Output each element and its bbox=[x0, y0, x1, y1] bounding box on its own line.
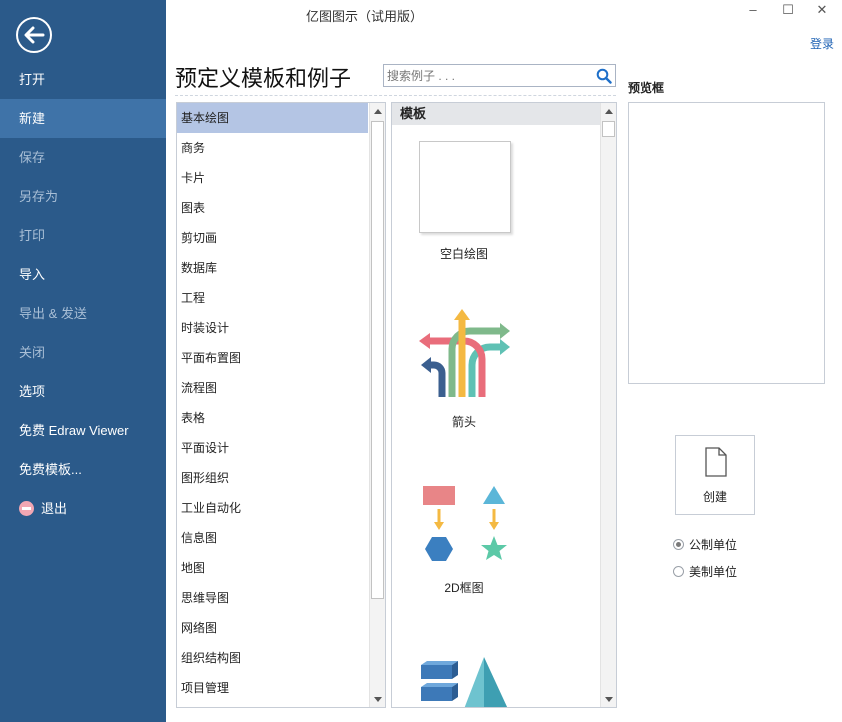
category-item[interactable]: 网络图 bbox=[177, 613, 368, 643]
unit-us-option[interactable]: 美制单位 bbox=[673, 563, 737, 580]
search-input[interactable] bbox=[384, 65, 589, 86]
create-button[interactable]: 创建 bbox=[675, 435, 755, 515]
sidebar-item-free-viewer[interactable]: 免费 Edraw Viewer bbox=[0, 411, 166, 450]
back-button[interactable] bbox=[16, 17, 52, 53]
maximize-button[interactable]: ☐ bbox=[778, 2, 798, 18]
template-scrollbar[interactable] bbox=[600, 103, 616, 707]
category-item[interactable]: 数据库 bbox=[177, 253, 368, 283]
divider bbox=[175, 95, 616, 96]
sidebar-nav: 打开 新建 保存 另存为 打印 导入 导出 & 发送 关闭 选项 免费 Edra… bbox=[0, 60, 166, 528]
sidebar-item-free-templates[interactable]: 免费模板... bbox=[0, 450, 166, 489]
backstage-sidebar: 打开 新建 保存 另存为 打印 导入 导出 & 发送 关闭 选项 免费 Edra… bbox=[0, 0, 166, 722]
document-icon bbox=[705, 447, 727, 477]
category-item[interactable]: 图形组织 bbox=[177, 463, 368, 493]
search-box bbox=[383, 64, 616, 87]
template-label: 2D框图 bbox=[444, 581, 484, 595]
arrow-left-icon bbox=[24, 26, 45, 44]
category-item[interactable]: 信息图 bbox=[177, 523, 368, 553]
category-item[interactable]: 基本绘图 bbox=[177, 103, 368, 133]
category-item[interactable]: 地图 bbox=[177, 553, 368, 583]
template-label: 箭头 bbox=[451, 415, 476, 429]
scroll-thumb[interactable] bbox=[371, 121, 384, 599]
radio-metric[interactable] bbox=[673, 539, 684, 550]
template-blank[interactable]: 空白绘图 bbox=[392, 141, 601, 265]
category-item[interactable]: 思维导图 bbox=[177, 583, 368, 613]
scroll-thumb[interactable] bbox=[602, 121, 615, 137]
sidebar-item-export-send[interactable]: 导出 & 发送 bbox=[0, 294, 166, 333]
category-list: 基本绘图 商务 卡片 图表 剪切画 数据库 工程 时装设计 平面布置图 流程图 … bbox=[176, 102, 386, 708]
category-item[interactable]: 平面布置图 bbox=[177, 343, 368, 373]
sidebar-item-options[interactable]: 选项 bbox=[0, 372, 166, 411]
sidebar-item-new[interactable]: 新建 bbox=[0, 99, 166, 138]
sidebar-item-exit[interactable]: 退出 bbox=[0, 489, 166, 528]
template-label: 空白绘图 bbox=[439, 247, 488, 261]
preview-label: 预览框 bbox=[628, 81, 665, 95]
exit-icon bbox=[19, 501, 34, 517]
create-label: 创建 bbox=[702, 490, 727, 504]
radio-us[interactable] bbox=[673, 566, 684, 577]
scroll-up-button[interactable] bbox=[370, 103, 385, 119]
sidebar-item-close[interactable]: 关闭 bbox=[0, 333, 166, 372]
category-item[interactable]: 图表 bbox=[177, 193, 368, 223]
category-item[interactable]: 商务 bbox=[177, 133, 368, 163]
template-header: 模板 bbox=[392, 103, 601, 125]
template-panel: 模板 空白绘图 箭头 2D框图 bbox=[391, 102, 617, 708]
category-item[interactable]: 工程 bbox=[177, 283, 368, 313]
category-item[interactable]: 组织结构图 bbox=[177, 643, 368, 673]
category-item[interactable]: 流程图 bbox=[177, 373, 368, 403]
sidebar-item-print[interactable]: 打印 bbox=[0, 216, 166, 255]
scroll-up-button[interactable] bbox=[601, 103, 616, 119]
template-2d-block[interactable]: 2D框图 bbox=[392, 483, 601, 599]
category-scrollbar[interactable] bbox=[369, 103, 385, 707]
template-3d-block[interactable] bbox=[392, 657, 601, 707]
unit-metric-option[interactable]: 公制单位 bbox=[673, 536, 737, 553]
sidebar-item-open[interactable]: 打开 bbox=[0, 60, 166, 99]
scroll-down-button[interactable] bbox=[601, 691, 616, 707]
arrows-icon bbox=[419, 309, 510, 397]
window-title: 亿图图示（试用版） bbox=[306, 9, 424, 24]
category-item[interactable]: 平面设计 bbox=[177, 433, 368, 463]
sidebar-item-save-as[interactable]: 另存为 bbox=[0, 177, 166, 216]
page-title: 预定义模板和例子 bbox=[175, 66, 352, 91]
chevron-up-icon bbox=[373, 108, 382, 114]
category-item[interactable]: 时装设计 bbox=[177, 313, 368, 343]
template-arrows[interactable]: 箭头 bbox=[392, 307, 601, 431]
preview-box bbox=[628, 102, 825, 384]
scroll-down-button[interactable] bbox=[370, 691, 385, 707]
block-2d-icon bbox=[423, 486, 507, 561]
close-button[interactable]: ✕ bbox=[812, 2, 832, 18]
category-item[interactable]: 项目管理 bbox=[177, 673, 368, 703]
category-item[interactable]: 卡片 bbox=[177, 163, 368, 193]
sidebar-item-save[interactable]: 保存 bbox=[0, 138, 166, 177]
search-icon[interactable] bbox=[596, 68, 612, 89]
category-item[interactable]: 工业自动化 bbox=[177, 493, 368, 523]
minimize-button[interactable]: – bbox=[743, 2, 763, 17]
category-item[interactable]: 剪切画 bbox=[177, 223, 368, 253]
unit-us-label: 美制单位 bbox=[689, 565, 738, 579]
block-3d-icon bbox=[421, 657, 508, 707]
login-link[interactable]: 登录 bbox=[810, 35, 834, 52]
category-item[interactable]: 表格 bbox=[177, 403, 368, 433]
sidebar-item-import[interactable]: 导入 bbox=[0, 255, 166, 294]
blank-page-thumbnail bbox=[419, 141, 511, 233]
unit-metric-label: 公制单位 bbox=[689, 538, 738, 552]
chevron-down-icon bbox=[604, 696, 613, 702]
chevron-down-icon bbox=[373, 696, 382, 702]
sidebar-item-exit-label: 退出 bbox=[41, 501, 68, 516]
chevron-up-icon bbox=[604, 108, 613, 114]
